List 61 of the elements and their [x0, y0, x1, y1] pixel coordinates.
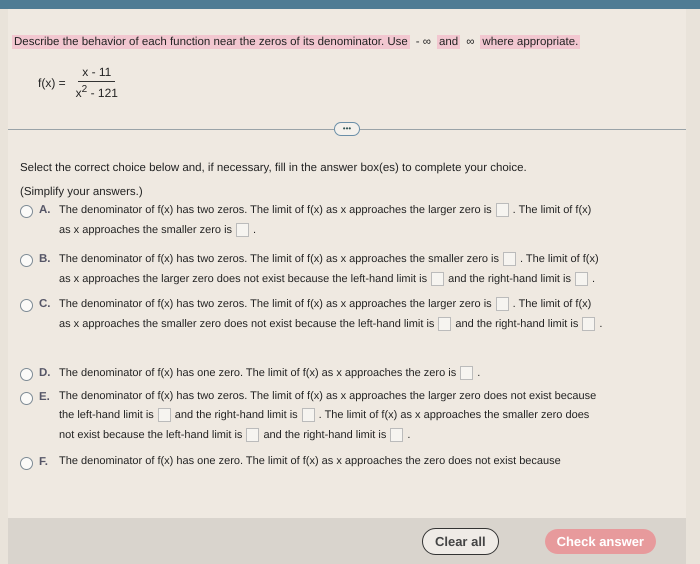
choice-text: the left-hand limit is	[59, 409, 154, 421]
instruction-text: Describe the behavior of each function near the zeros of its denominator. Use	[12, 35, 410, 49]
choice-text: as x approaches the larger zero does not exist because the left-hand limit is	[59, 273, 428, 285]
answer-box[interactable]	[158, 408, 171, 422]
choice-text: as x approaches the smaller zero does not exist because the left-hand limit is	[59, 318, 434, 330]
choice-text: The denominator of f(x) has two zeros. The limit of f(x) as x approaches the larger zero does not exist because	[59, 390, 596, 402]
radio-button[interactable]	[20, 457, 33, 470]
choice-letter: E.	[39, 391, 51, 403]
choice-text: and the right-hand limit is	[448, 273, 571, 285]
choice-letter: A.	[39, 204, 52, 216]
choice-text: .	[253, 224, 256, 236]
answer-box[interactable]	[496, 203, 509, 217]
choice-text: and the right-hand limit is	[263, 429, 386, 441]
answer-box[interactable]	[496, 297, 509, 311]
radio-button[interactable]	[20, 254, 33, 267]
choice-letter: F.	[39, 456, 49, 468]
answer-box[interactable]	[302, 408, 315, 422]
clear-all-button[interactable]: Clear all	[422, 528, 499, 554]
fraction-denominator: x$^{2}$ - 121	[74, 83, 119, 100]
instruction-text: ∞	[465, 35, 476, 49]
instruction-text: - ∞	[414, 35, 432, 49]
choice-text: The denominator of f(x) has two zeros. The limit of f(x) as x approaches the larger zero is	[59, 298, 492, 310]
expand-button[interactable]: •••	[334, 122, 360, 136]
answer-box[interactable]	[438, 317, 452, 331]
choice-text: not exist because the left-hand limit is	[59, 429, 242, 441]
radio-button[interactable]	[20, 299, 33, 312]
choice-text: The denominator of f(x) has one zero. The limit of f(x) as x approaches the zero does not exist because	[59, 455, 561, 467]
choice-text: The denominator of f(x) has two zeros. The limit of f(x) as x approaches the smaller zero is	[59, 253, 499, 265]
choice-text: . The limit of f(x)	[520, 253, 599, 265]
radio-button[interactable]	[20, 205, 33, 218]
choice-text: The denominator of f(x) has one zero. The limit of f(x) as x approaches the zero is	[59, 367, 456, 379]
choice-text: The denominator of f(x) has two zeros. The limit of f(x) as x approaches the larger zero is	[59, 204, 492, 216]
choice-text: as x approaches the smaller zero is	[59, 224, 232, 236]
fraction-numerator: x - 11	[78, 65, 116, 82]
radio-button[interactable]	[20, 392, 33, 405]
choice-text: . The limit of f(x)	[512, 298, 592, 310]
answer-box[interactable]	[246, 428, 260, 442]
choice-text: . The limit of f(x)	[512, 204, 592, 216]
answer-box[interactable]	[460, 366, 474, 380]
note-text: (Simplify your answers.)	[20, 186, 144, 198]
radio-button[interactable]	[20, 368, 33, 381]
prompt-text: Select the correct choice below and, if necessary, fill in the answer box(es) to complete your choice.	[20, 162, 528, 174]
choice-text: and the right-hand limit is	[174, 409, 298, 421]
choice-text: .	[592, 273, 596, 285]
instruction-text: and	[437, 35, 460, 49]
choice-text: .	[407, 429, 410, 441]
choice-letter: D.	[39, 367, 52, 379]
answer-box[interactable]	[575, 272, 588, 286]
choice-letter: B.	[39, 253, 52, 265]
answer-box[interactable]	[502, 252, 516, 266]
choice-letter: C.	[39, 298, 52, 310]
choice-text: and the right-hand limit is	[455, 318, 578, 330]
instruction-text: where appropriate.	[480, 35, 580, 49]
choice-text: .	[599, 318, 602, 330]
choice-text: .	[477, 367, 480, 379]
answer-box[interactable]	[431, 272, 444, 286]
answer-box[interactable]	[390, 428, 404, 442]
answer-box[interactable]	[582, 317, 596, 331]
choice-text: . The limit of f(x) as x approaches the smaller zero does	[318, 409, 590, 421]
function-label: f(x) =	[38, 76, 66, 90]
answer-box[interactable]	[236, 223, 250, 237]
